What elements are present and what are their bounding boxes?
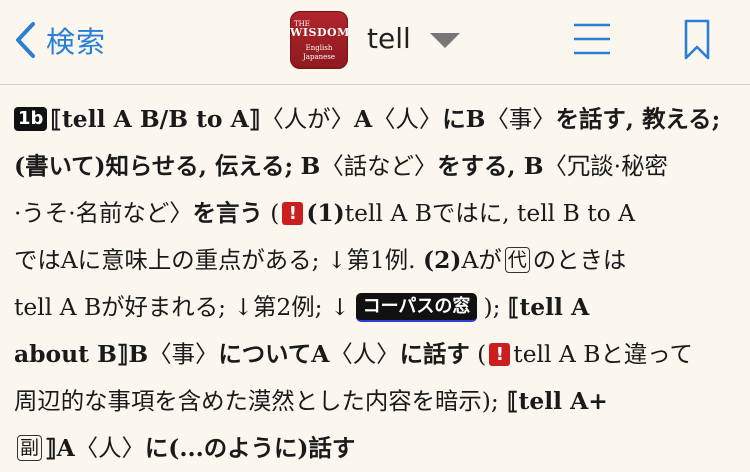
usage-note-text: tell A Bと違って bbox=[513, 340, 693, 368]
back-label: 検索 bbox=[46, 25, 107, 59]
pattern-label: ⟦tell A bbox=[507, 293, 590, 321]
back-button[interactable]: 検索 bbox=[14, 20, 106, 60]
caret-down-icon[interactable] bbox=[430, 33, 460, 49]
paren-text: ( bbox=[262, 199, 280, 227]
entry-line-7: 周辺的な事項を含めた漠然とした内容を暗示); ⟦tell A+ bbox=[14, 378, 744, 425]
pattern-label: ⟦tell A+ bbox=[498, 387, 608, 415]
usage-note-text[interactable]: tell A Bが好まれる; ↓第2例; ↓ bbox=[14, 293, 350, 321]
definition-text: B bbox=[300, 152, 321, 180]
entry-line-1: 1b ⟦tell A B/B to A⟧〈人が〉A〈人〉にB〈事〉を話す, 教える… bbox=[14, 96, 744, 143]
menu-icon[interactable] bbox=[573, 22, 611, 56]
collocate-note: 〈冗談·秘密 bbox=[543, 152, 668, 180]
usage-note-text: Aが bbox=[461, 246, 502, 274]
entry-line-3: ·うそ·名前など〉を言う (! (1)tell A Bではに, tell B to… bbox=[14, 190, 744, 237]
paren-text: ); bbox=[483, 293, 508, 321]
entry-line-4: ではAに意味上の重点がある; ↓第1例. (2)Aが代のときは bbox=[14, 237, 744, 284]
definition-text: にB bbox=[442, 105, 486, 133]
usage-note-icon: ! bbox=[282, 202, 304, 225]
app-icon-text-japanese: Japanese bbox=[302, 53, 336, 61]
pattern-label: about B⟧B bbox=[14, 340, 149, 368]
sense-number-badge: 1b bbox=[14, 107, 48, 131]
entry-line-8: 副 ⟧A〈人〉に(...のように)話す bbox=[14, 425, 744, 472]
dictionary-entry: 1b ⟦tell A B/B to A⟧〈人が〉A〈人〉にB〈事〉を話す, 教える… bbox=[14, 96, 744, 472]
definition-text: A bbox=[353, 105, 373, 133]
headword-title[interactable]: tell bbox=[367, 22, 411, 55]
collocate-note: 〈事〉 bbox=[148, 340, 219, 368]
collocate-note: 〈人〉 bbox=[74, 434, 145, 462]
app-icon-text-wisdom: WISDOM bbox=[290, 26, 348, 39]
definition-text: をする, B bbox=[437, 152, 544, 180]
pronoun-label-box: 代 bbox=[504, 247, 530, 273]
definition-text: に(...のように)話す bbox=[144, 434, 356, 462]
definition-text: についてA bbox=[218, 340, 330, 368]
navigation-bar: 検索 THE WISDOM English Japanese tell bbox=[0, 0, 750, 85]
app-icon-text-english: English bbox=[305, 44, 333, 52]
usage-note-text: 周辺的な事項を含めた漠然とした内容を暗示); bbox=[14, 387, 499, 415]
definition-text: を話す, 教える; bbox=[555, 105, 721, 133]
usage-note-icon: ! bbox=[489, 343, 511, 366]
pattern-label: ⟧A bbox=[45, 434, 75, 462]
collocate-note: 〈人が〉 bbox=[260, 105, 354, 133]
definition-text: に話す bbox=[399, 340, 470, 368]
dictionary-app-icon[interactable]: THE WISDOM English Japanese bbox=[290, 11, 348, 69]
collocate-note: 〈人〉 bbox=[329, 340, 400, 368]
note-number: (2) bbox=[423, 246, 462, 274]
definition-text: (書いて)知らせる, 伝える; bbox=[14, 152, 294, 180]
note-number: (1) bbox=[306, 199, 345, 227]
bookmark-icon[interactable] bbox=[684, 19, 710, 61]
corpus-window-link[interactable]: コーパスの窓 bbox=[355, 293, 478, 322]
entry-line-2: (書いて)知らせる, 伝える; B〈話など〉をする, B〈冗談·秘密 bbox=[14, 143, 744, 190]
usage-note-text: のときは bbox=[532, 246, 627, 274]
usage-note-text: tell A Bではに, tell B to A bbox=[344, 199, 636, 227]
collocate-note: 〈人〉 bbox=[372, 105, 443, 133]
collocate-note: ·うそ·名前など〉 bbox=[14, 199, 193, 227]
definition-text: を言う bbox=[192, 199, 263, 227]
adverb-label-box: 副 bbox=[17, 435, 43, 461]
entry-line-5: tell A Bが好まれる; ↓第2例; ↓ コーパスの窓); ⟦tell A bbox=[14, 284, 744, 331]
chevron-left-icon bbox=[16, 22, 35, 58]
collocate-note: 〈話など〉 bbox=[320, 152, 438, 180]
entry-line-6: about B⟧B〈事〉についてA〈人〉に話す (! tell A Bと違って bbox=[14, 331, 744, 378]
paren-text: ( bbox=[469, 340, 487, 368]
pattern-label: ⟦tell A B/B to A⟧ bbox=[50, 105, 261, 133]
collocate-note: 〈事〉 bbox=[485, 105, 556, 133]
usage-note-text[interactable]: ではAに意味上の重点がある; ↓第1例. bbox=[14, 246, 416, 274]
